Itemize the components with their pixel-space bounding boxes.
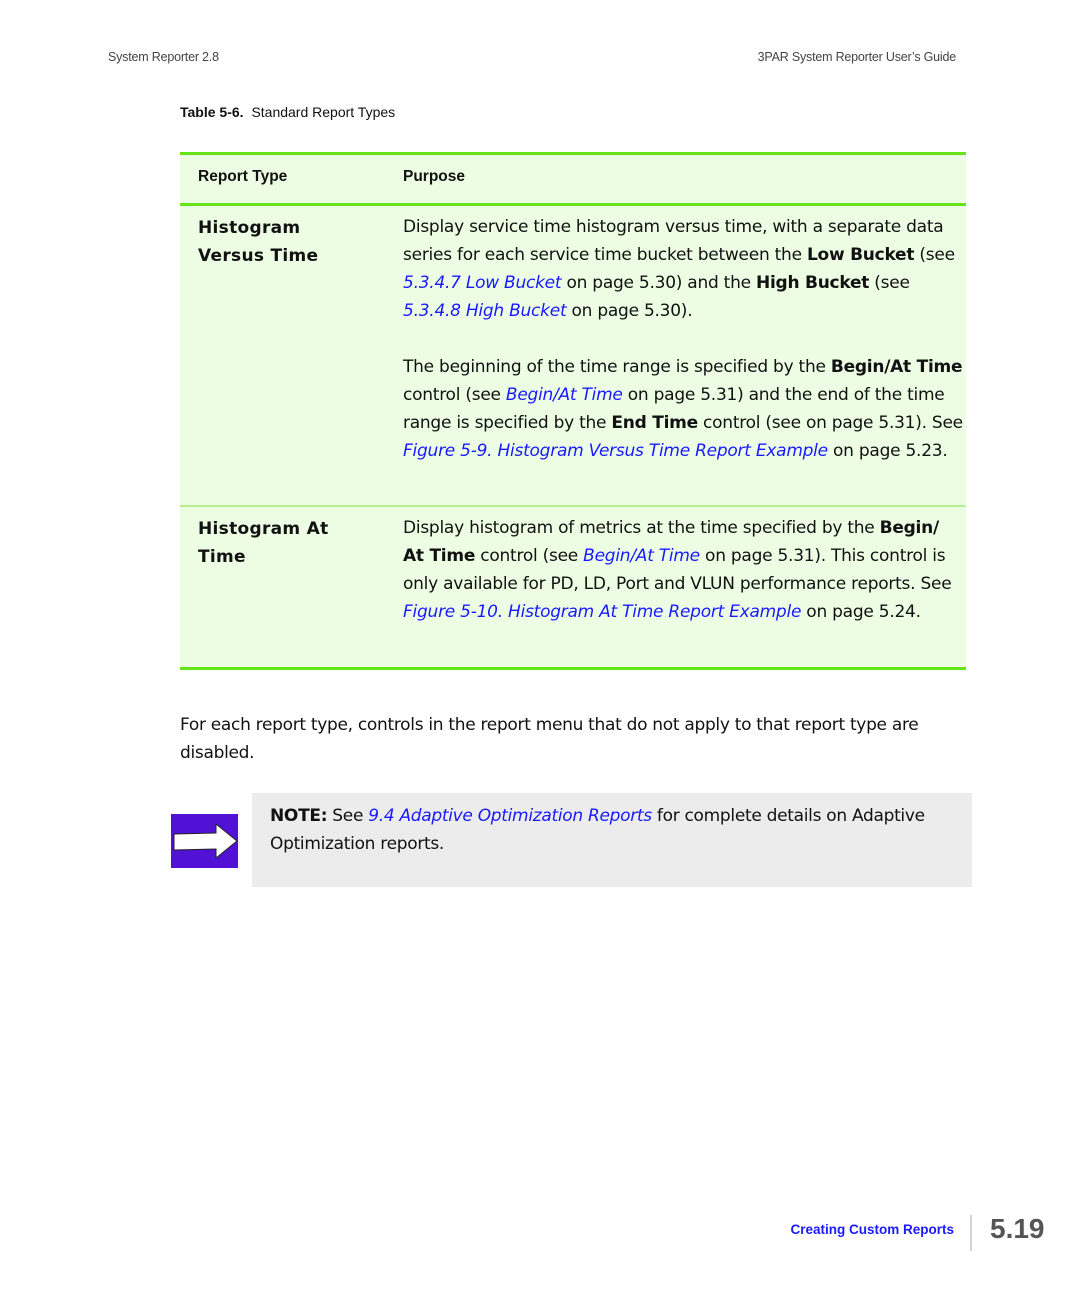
- body-paragraph: For each report type, controls in the re…: [180, 715, 919, 763]
- text: control (see on page 5.31). See: [697, 413, 963, 433]
- report-type-name: Time: [198, 547, 246, 567]
- report-type-name: Histogram: [198, 218, 301, 238]
- table-row: Histogram At Time Display histogram of m…: [180, 507, 966, 667]
- purpose-paragraph: Display histogram of metrics at the time…: [403, 514, 963, 626]
- text: See: [327, 806, 369, 826]
- link-high-bucket[interactable]: 5.3.4.8 High Bucket: [403, 301, 567, 321]
- table-caption-label: Table 5-6.: [180, 104, 244, 120]
- running-header-right: 3PAR System Reporter User’s Guide: [757, 50, 957, 64]
- table-caption-title: Standard Report Types: [251, 104, 396, 120]
- arrow-right-icon: [171, 814, 238, 868]
- text: Display histogram of metrics at the time…: [403, 518, 880, 538]
- link-adaptive-optimization-reports[interactable]: 9.4 Adaptive Optimization Reports: [368, 806, 652, 826]
- text: (see: [869, 273, 910, 293]
- text: on page 5.23.: [827, 441, 948, 461]
- report-type-name: Versus Time: [198, 246, 319, 266]
- purpose-paragraph: Display service time histogram versus ti…: [403, 213, 963, 325]
- footer-divider: [970, 1215, 972, 1251]
- report-type-name: Histogram At: [198, 519, 329, 539]
- link-figure-5-9[interactable]: Figure 5-9. Histogram Versus Time Report…: [403, 441, 828, 461]
- report-types-table: Report Type Purpose Histogram Versus Tim…: [180, 152, 966, 670]
- text: (see: [914, 245, 955, 265]
- footer-section-link[interactable]: Creating Custom Reports: [790, 1222, 954, 1237]
- link-begin-at-time[interactable]: Begin/At Time: [506, 385, 623, 405]
- page-number: 5.19: [990, 1213, 1045, 1244]
- link-low-bucket[interactable]: 5.3.4.7 Low Bucket: [403, 273, 562, 293]
- table-caption: Table 5-6. Standard Report Types: [180, 104, 395, 120]
- bold-term: Begin/At Time: [830, 357, 963, 377]
- purpose-cell: Display histogram of metrics at the time…: [403, 514, 963, 626]
- link-begin-at-time[interactable]: Begin/At Time: [583, 546, 700, 566]
- table-header-row: Report Type Purpose: [180, 155, 966, 206]
- bold-term: Low Bucket: [806, 245, 915, 265]
- link-figure-5-10[interactable]: Figure 5-10. Histogram At Time Report Ex…: [403, 602, 801, 622]
- text: on page 5.30).: [566, 301, 693, 321]
- bold-term: End Time: [611, 413, 698, 433]
- text: control (see: [475, 546, 584, 566]
- report-type-cell: Histogram At Time: [198, 515, 388, 571]
- column-header-report-type: Report Type: [198, 168, 288, 185]
- bold-term: High Bucket: [756, 273, 870, 293]
- purpose-paragraph: The beginning of the time range is speci…: [403, 353, 963, 465]
- text: The beginning of the time range is speci…: [403, 357, 831, 377]
- running-header-left: System Reporter 2.8: [108, 50, 219, 64]
- purpose-cell: Display service time histogram versus ti…: [403, 213, 963, 465]
- table-row: Histogram Versus Time Display service ti…: [180, 206, 966, 507]
- note-text: NOTE: See 9.4 Adaptive Optimization Repo…: [270, 802, 960, 858]
- text: on page 5.24.: [801, 602, 921, 622]
- note-callout: NOTE: See 9.4 Adaptive Optimization Repo…: [252, 793, 972, 887]
- text: control (see: [403, 385, 506, 405]
- report-type-cell: Histogram Versus Time: [198, 214, 388, 270]
- note-label: NOTE:: [270, 806, 328, 826]
- column-header-purpose: Purpose: [403, 168, 466, 185]
- text: on page 5.30) and the: [561, 273, 756, 293]
